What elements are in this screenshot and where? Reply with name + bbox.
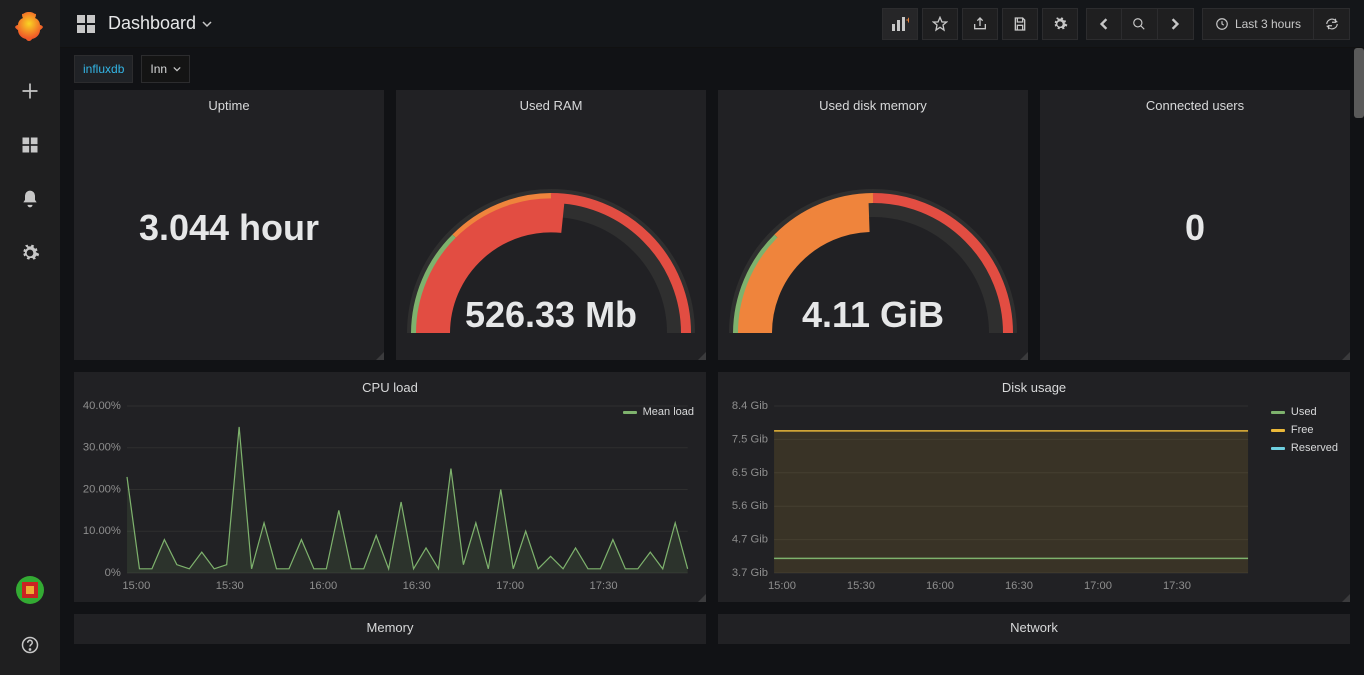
grafana-logo[interactable] — [14, 10, 46, 42]
svg-text:6.5 Gib: 6.5 Gib — [732, 467, 768, 479]
resize-handle[interactable] — [376, 352, 384, 360]
panel-title: Memory — [74, 614, 706, 642]
svg-text:16:30: 16:30 — [403, 580, 431, 592]
chevron-down-icon — [202, 19, 212, 29]
panel-cpu-load[interactable]: CPU load Mean load 0% 10.00% 20.00% 30.00% 4… — [74, 372, 706, 602]
dashboard-content: Uptime 3.044 hour Used RAM — [60, 90, 1364, 675]
refresh-button[interactable] — [1314, 8, 1350, 40]
zoom-out-button[interactable] — [1122, 8, 1158, 40]
configuration-icon[interactable] — [14, 237, 46, 269]
time-back-button[interactable] — [1086, 8, 1122, 40]
topbar: Dashboard + Last 3 hours — [60, 0, 1364, 48]
dashboards-icon[interactable] — [14, 129, 46, 161]
cpu-load-chart: 0% 10.00% 20.00% 30.00% 40.00% 15:00 15:30 16:0… — [74, 400, 706, 595]
panel-title: Used disk memory — [718, 90, 1028, 118]
svg-text:40.00%: 40.00% — [83, 400, 121, 412]
svg-text:15:30: 15:30 — [847, 580, 875, 592]
svg-text:17:30: 17:30 — [590, 580, 618, 592]
svg-text:3.7 Gib: 3.7 Gib — [732, 567, 768, 579]
disk-usage-chart: 3.7 Gib 4.7 Gib 5.6 Gib 6.5 Gib 7.5 Gib 8.4 G… — [718, 400, 1350, 595]
resize-handle[interactable] — [1020, 352, 1028, 360]
chevron-down-icon — [173, 65, 181, 73]
toolbar: + Last 3 hours — [878, 8, 1350, 40]
star-button[interactable] — [922, 8, 958, 40]
svg-text:10.00%: 10.00% — [83, 525, 121, 537]
svg-text:8.4 Gib: 8.4 Gib — [732, 400, 768, 412]
time-range-button[interactable]: Last 3 hours — [1202, 8, 1314, 40]
svg-text:5.6 Gib: 5.6 Gib — [732, 500, 768, 512]
sidebar — [0, 0, 60, 675]
panel-title: CPU load — [74, 372, 706, 400]
clock-icon — [1215, 17, 1229, 31]
svg-text:20.00%: 20.00% — [83, 484, 121, 496]
connected-users-value: 0 — [1040, 118, 1350, 338]
cpu-legend: Mean load — [623, 406, 694, 418]
dashboard-grid-icon — [74, 12, 98, 36]
panel-network[interactable]: Network — [718, 614, 1350, 644]
panel-disk-usage[interactable]: Disk usage Used Free Reserved 3.7 Gib 4.7… — [718, 372, 1350, 602]
create-icon[interactable] — [14, 75, 46, 107]
variable-selected-value: Inn — [150, 62, 167, 76]
panel-title: Uptime — [74, 90, 384, 118]
user-avatar[interactable] — [16, 576, 44, 604]
dashboard-title-dropdown[interactable]: Dashboard — [108, 13, 212, 34]
panel-memory[interactable]: Memory — [74, 614, 706, 644]
variable-select[interactable]: Inn — [141, 55, 190, 83]
legend-label: Free — [1291, 424, 1314, 436]
panel-title: Disk usage — [718, 372, 1350, 400]
svg-text:0%: 0% — [105, 567, 121, 579]
svg-text:15:00: 15:00 — [768, 580, 796, 592]
panel-used-ram[interactable]: Used RAM 526.33 Mb — [396, 90, 706, 360]
svg-text:30.00%: 30.00% — [83, 442, 121, 454]
svg-text:17:30: 17:30 — [1163, 580, 1191, 592]
svg-text:17:00: 17:00 — [496, 580, 524, 592]
resize-handle[interactable] — [698, 594, 706, 602]
disk-legend: Used Free Reserved — [1271, 406, 1338, 454]
svg-text:15:00: 15:00 — [122, 580, 150, 592]
legend-label: Used — [1291, 406, 1317, 418]
save-button[interactable] — [1002, 8, 1038, 40]
time-range-label: Last 3 hours — [1235, 17, 1301, 31]
svg-text:7.5 Gib: 7.5 Gib — [732, 433, 768, 445]
used-ram-value: 526.33 Mb — [396, 294, 706, 336]
panel-connected-users[interactable]: Connected users 0 — [1040, 90, 1350, 360]
used-disk-value: 4.11 GiB — [718, 294, 1028, 336]
svg-text:16:00: 16:00 — [926, 580, 954, 592]
resize-handle[interactable] — [698, 352, 706, 360]
alerting-icon[interactable] — [14, 183, 46, 215]
svg-text:17:00: 17:00 — [1084, 580, 1112, 592]
add-panel-button[interactable]: + — [882, 8, 918, 40]
panel-title: Used RAM — [396, 90, 706, 118]
share-button[interactable] — [962, 8, 998, 40]
time-forward-button[interactable] — [1158, 8, 1194, 40]
help-icon[interactable] — [14, 629, 46, 661]
dashboard-title: Dashboard — [108, 13, 196, 34]
uptime-value: 3.044 hour — [74, 118, 384, 338]
main-area: Dashboard + Last 3 hours — [60, 0, 1364, 675]
legend-label: Reserved — [1291, 442, 1338, 454]
svg-text:15:30: 15:30 — [216, 580, 244, 592]
svg-text:4.7 Gib: 4.7 Gib — [732, 534, 768, 546]
svg-text:+: + — [906, 17, 909, 25]
legend-label: Mean load — [643, 406, 694, 418]
scrollbar-thumb[interactable] — [1354, 48, 1364, 118]
panel-used-disk[interactable]: Used disk memory 4.11 GiB — [718, 90, 1028, 360]
panel-uptime[interactable]: Uptime 3.044 hour — [74, 90, 384, 360]
panel-title: Connected users — [1040, 90, 1350, 118]
settings-button[interactable] — [1042, 8, 1078, 40]
variable-row: influxdb Inn — [60, 48, 1364, 90]
svg-text:16:00: 16:00 — [309, 580, 337, 592]
resize-handle[interactable] — [1342, 352, 1350, 360]
variable-label: influxdb — [74, 55, 133, 83]
resize-handle[interactable] — [1342, 594, 1350, 602]
svg-text:16:30: 16:30 — [1005, 580, 1033, 592]
panel-title: Network — [718, 614, 1350, 642]
